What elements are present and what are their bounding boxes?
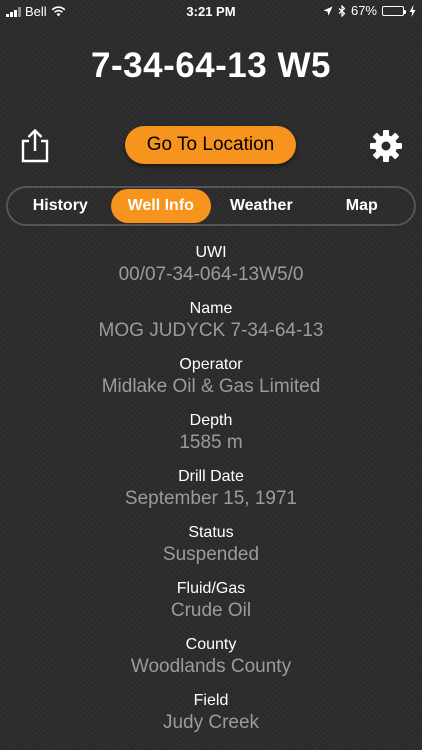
field-depth: Depth 1585 m (0, 411, 422, 467)
field-uwi: UWI 00/07-34-064-13W5/0 (0, 243, 422, 299)
field-status: Status Suspended (0, 523, 422, 579)
settings-button[interactable] (368, 128, 404, 164)
battery-icon (382, 5, 406, 16)
field-fluid-gas: Fluid/Gas Crude Oil (0, 579, 422, 635)
segmented-tabs: History Well Info Weather Map (6, 186, 416, 226)
field-value: Judy Creek (162, 712, 260, 733)
well-title: 7-34-64-13 W5 (91, 46, 331, 85)
tab-history[interactable]: History (10, 189, 111, 223)
location-arrow-icon (323, 6, 333, 15)
field-label: Depth (189, 412, 233, 429)
field-label: Operator (179, 356, 243, 373)
status-bar: Bell 3:21 PM 67% (0, 0, 422, 22)
share-button[interactable] (18, 128, 52, 164)
field-value: September 15, 1971 (124, 488, 298, 509)
battery-percent: 67% (350, 3, 377, 18)
field-label: Fluid/Gas (176, 580, 246, 597)
field-label: Status (188, 524, 234, 541)
share-icon (21, 128, 49, 163)
status-right: 67% (323, 3, 416, 18)
gear-icon (370, 130, 402, 162)
field-value: Suspended (162, 544, 260, 565)
charging-bolt-icon (409, 4, 416, 17)
field-county: County Woodlands County (0, 635, 422, 691)
field-value: Midlake Oil & Gas Limited (101, 376, 321, 397)
bluetooth-icon (338, 4, 346, 17)
field-operator: Operator Midlake Oil & Gas Limited (0, 355, 422, 411)
tab-map[interactable]: Map (312, 189, 413, 223)
field-drill-date: Drill Date September 15, 1971 (0, 467, 422, 523)
field-value: 00/07-34-064-13W5/0 (118, 264, 304, 285)
well-info-list: UWI 00/07-34-064-13W5/0 Name MOG JUDYCK … (0, 243, 422, 747)
go-to-location-button[interactable]: Go To Location (125, 126, 296, 164)
field-field: Field Judy Creek (0, 691, 422, 747)
tab-weather[interactable]: Weather (211, 189, 312, 223)
field-label: Name (189, 300, 233, 317)
tab-well-info[interactable]: Well Info (110, 189, 211, 223)
field-label: UWI (195, 244, 227, 261)
field-value: Woodlands County (130, 656, 292, 677)
field-value: Crude Oil (170, 600, 252, 621)
field-label: Drill Date (178, 468, 244, 485)
field-label: Field (193, 692, 229, 709)
field-label: County (185, 636, 237, 653)
field-value: MOG JUDYCK 7-34-64-13 (98, 320, 324, 341)
field-value: 1585 m (179, 432, 243, 453)
field-name: Name MOG JUDYCK 7-34-64-13 (0, 299, 422, 355)
